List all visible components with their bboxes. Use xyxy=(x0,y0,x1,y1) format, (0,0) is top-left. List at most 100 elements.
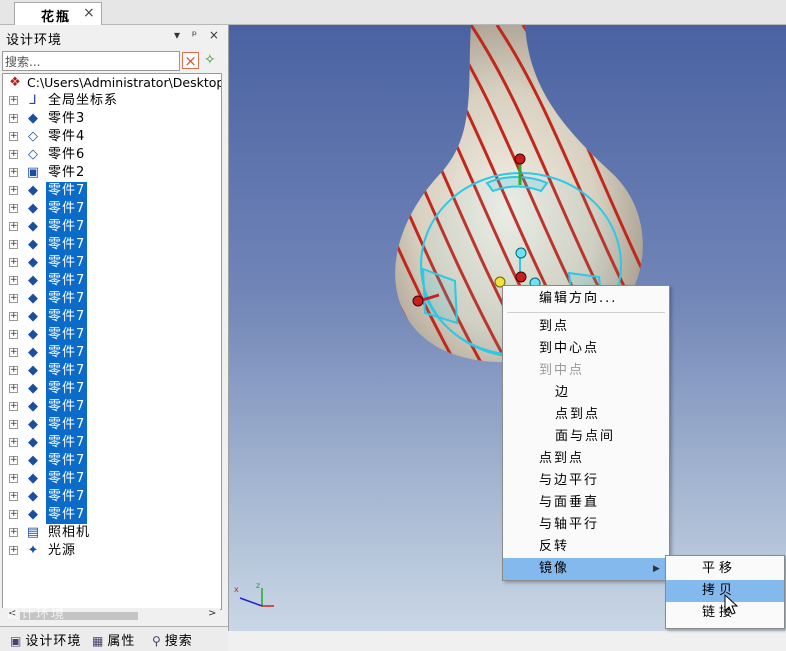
expand-icon[interactable]: + xyxy=(9,132,18,141)
tree-item-label: 零件7 xyxy=(46,452,88,470)
context-menu-item[interactable]: 面与点间 xyxy=(503,426,669,448)
expand-icon[interactable]: + xyxy=(9,312,18,321)
context-menu-item[interactable]: 反转 xyxy=(503,536,669,558)
design-tree[interactable]: ❖ C:\Users\Administrator\Desktop + ⅃ 全局坐标系… xyxy=(2,73,222,610)
context-menu-item[interactable]: 编辑方向... xyxy=(503,288,669,310)
tree-item[interactable]: + ◆ 零件7 xyxy=(3,470,219,488)
document-tab[interactable]: 花瓶 × xyxy=(14,2,102,25)
tab-properties[interactable]: ▦ 属性 xyxy=(92,630,135,649)
tree-item[interactable]: + ◆ 零件7 xyxy=(3,506,219,524)
vase-stripe xyxy=(229,25,355,370)
tree-item-label: 零件7 xyxy=(46,290,88,308)
tree-item[interactable]: + ◇ 零件4 xyxy=(3,128,219,146)
tree-item[interactable]: + ⅃ 全局坐标系 xyxy=(3,92,219,110)
pin-icon[interactable]: ᵖ xyxy=(192,28,197,42)
menu-item-label: 到中点 xyxy=(539,363,585,378)
clear-search-icon[interactable]: × xyxy=(182,52,199,69)
context-menu-item[interactable]: 点到点 xyxy=(503,448,669,470)
tree-item[interactable]: + ◆ 零件7 xyxy=(3,308,219,326)
tree-item[interactable]: + ◆ 零件7 xyxy=(3,416,219,434)
tree-item[interactable]: + ◆ 零件7 xyxy=(3,218,219,236)
context-menu-item[interactable]: 到中心点 xyxy=(503,338,669,360)
tree-item-label: 光源 xyxy=(48,543,77,558)
expand-icon[interactable]: + xyxy=(9,402,18,411)
context-menu-item[interactable]: 镜像 ▶ xyxy=(503,558,669,580)
expand-icon[interactable]: + xyxy=(9,222,18,231)
expand-icon[interactable]: + xyxy=(9,258,18,267)
tab-design-environment[interactable]: ▣ 设计环境 xyxy=(10,630,81,649)
context-menu-item[interactable]: 边 xyxy=(503,382,669,404)
tree-item[interactable]: + ✦ 光源 xyxy=(3,542,219,560)
tree-item[interactable]: + ◆ 零件7 xyxy=(3,272,219,290)
close-icon[interactable]: × xyxy=(83,5,95,21)
tree-item[interactable]: + ◆ 零件7 xyxy=(3,452,219,470)
tree-item-label: 零件7 xyxy=(46,326,88,344)
expand-icon[interactable]: + xyxy=(9,348,18,357)
gizmo-handle-left[interactable] xyxy=(412,295,424,307)
search-options-icon[interactable]: ✧ xyxy=(204,52,216,68)
tree-item[interactable]: + ◆ 零件7 xyxy=(3,488,219,506)
tab-search[interactable]: ⚲ 搜索 xyxy=(152,630,193,649)
tree-item[interactable]: + ◆ 零件7 xyxy=(3,182,219,200)
expand-icon[interactable]: + xyxy=(9,420,18,429)
tree-item[interactable]: + ◆ 零件7 xyxy=(3,326,219,344)
tree-item[interactable]: + ▤ 照相机 xyxy=(3,524,219,542)
expand-icon[interactable]: + xyxy=(9,294,18,303)
dropdown-icon[interactable]: ▾ xyxy=(174,28,180,42)
expand-icon[interactable]: + xyxy=(9,150,18,159)
expand-icon[interactable]: + xyxy=(9,474,18,483)
part-icon: ◆ xyxy=(28,327,38,342)
tree-item[interactable]: + ◆ 零件7 xyxy=(3,362,219,380)
tree-item[interactable]: + ◆ 零件7 xyxy=(3,290,219,308)
tree-item[interactable]: + ◆ 零件7 xyxy=(3,200,219,218)
expand-icon[interactable]: + xyxy=(9,96,18,105)
tree-item[interactable]: + ◆ 零件7 xyxy=(3,254,219,272)
expand-icon[interactable]: + xyxy=(9,546,18,555)
submenu-item[interactable]: 平移 xyxy=(666,558,784,580)
tree-item-label: 零件4 xyxy=(48,129,86,144)
expand-icon[interactable]: + xyxy=(9,366,18,375)
context-menu-item[interactable]: 与面垂直 xyxy=(503,492,669,514)
expand-icon[interactable]: + xyxy=(9,492,18,501)
expand-icon[interactable]: + xyxy=(9,186,18,195)
part-icon: ◆ xyxy=(28,183,38,198)
tree-item[interactable]: + ◆ 零件7 xyxy=(3,380,219,398)
expand-icon[interactable]: + xyxy=(9,528,18,537)
vase-stripe xyxy=(679,25,786,370)
menu-item-label: 反转 xyxy=(539,539,570,554)
search-input[interactable]: 搜索... xyxy=(2,51,180,71)
close-panel-icon[interactable]: × xyxy=(209,28,219,42)
expand-icon[interactable]: + xyxy=(9,168,18,177)
context-menu-item[interactable]: 与边平行 xyxy=(503,470,669,492)
tree-item[interactable]: + ◆ 零件3 xyxy=(3,110,219,128)
tree-item[interactable]: + ◆ 零件7 xyxy=(3,236,219,254)
tree-item[interactable]: + ◆ 零件7 xyxy=(3,398,219,416)
context-menu-item[interactable]: 到点 xyxy=(503,316,669,338)
part-icon: ◆ xyxy=(28,435,38,450)
menu-separator xyxy=(507,312,665,313)
tree-item[interactable]: + ◆ 零件7 xyxy=(3,434,219,452)
expand-icon[interactable]: + xyxy=(9,114,18,123)
scroll-right-icon[interactable]: > xyxy=(208,608,216,619)
expand-icon[interactable]: + xyxy=(9,204,18,213)
gizmo-handle-cyan[interactable] xyxy=(515,247,527,259)
tree-item[interactable]: + ◇ 零件6 xyxy=(3,146,219,164)
tree-root[interactable]: ❖ C:\Users\Administrator\Desktop xyxy=(3,74,221,92)
context-menu-item[interactable]: 与轴平行 xyxy=(503,514,669,536)
expand-icon[interactable]: + xyxy=(9,240,18,249)
context-menu-item[interactable]: 点到点 xyxy=(503,404,669,426)
expand-icon[interactable]: + xyxy=(9,330,18,339)
tree-item-label: 零件7 xyxy=(46,272,88,290)
expand-icon[interactable]: + xyxy=(9,384,18,393)
menu-item-label: 边 xyxy=(555,385,571,400)
view-axis-icon: x z xyxy=(234,581,274,607)
tree-item[interactable]: + ◆ 零件7 xyxy=(3,344,219,362)
expand-icon[interactable]: + xyxy=(9,438,18,447)
expand-icon[interactable]: + xyxy=(9,510,18,519)
part-icon: ◆ xyxy=(28,219,38,234)
gizmo-handle-center[interactable] xyxy=(515,271,527,283)
expand-icon[interactable]: + xyxy=(9,456,18,465)
tree-item[interactable]: + ▣ 零件2 xyxy=(3,164,219,182)
expand-icon[interactable]: + xyxy=(9,276,18,285)
gizmo-handle-top[interactable] xyxy=(514,153,526,165)
